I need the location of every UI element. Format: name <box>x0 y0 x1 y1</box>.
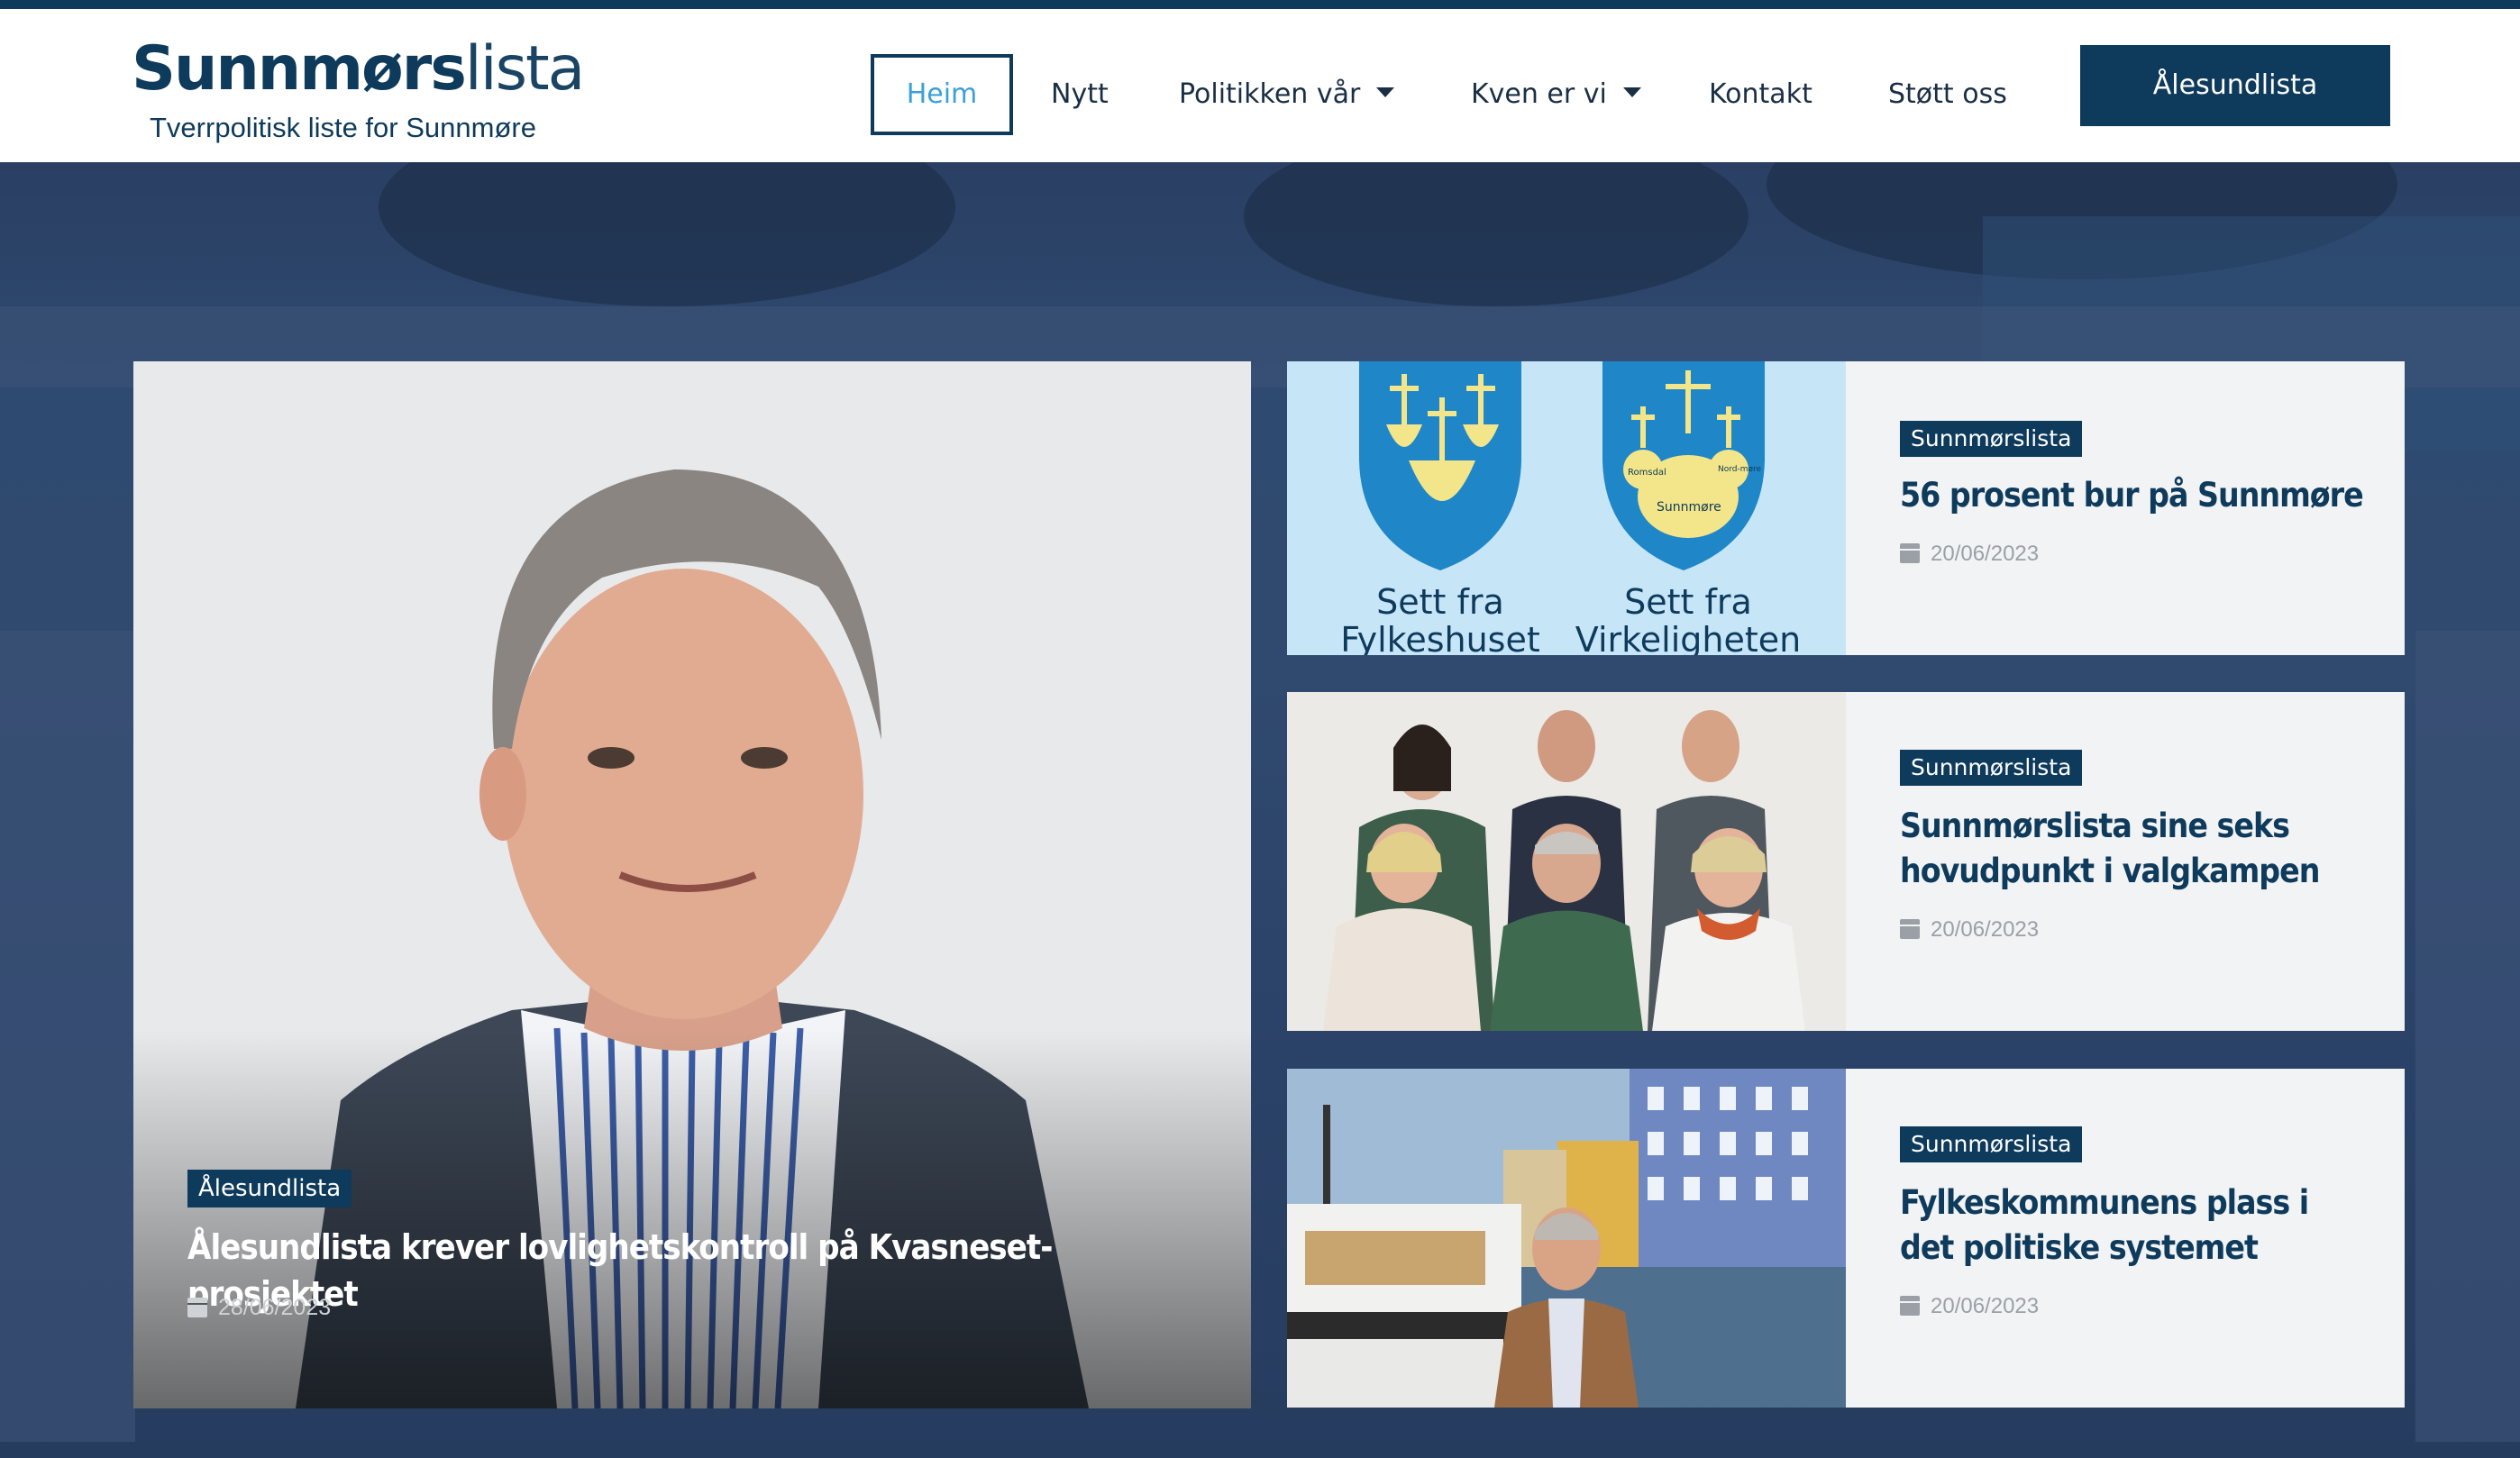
image-caption: Virkeligheten <box>1575 620 1801 655</box>
nav-label: Nytt <box>1051 78 1109 110</box>
nav-label: Kontakt <box>1709 78 1812 110</box>
background-town <box>0 631 135 1442</box>
post-thumbnail[interactable] <box>1287 1069 1846 1408</box>
date-text: 20/06/2023 <box>1931 1294 2040 1318</box>
shield-label-sunnmore: Sunnmøre <box>1657 500 1721 515</box>
background-mountain <box>1244 162 1748 306</box>
nav-label: Politikken vår <box>1179 78 1361 110</box>
nav-item-kven-er-vi[interactable]: Kven er vi <box>1471 54 1641 135</box>
date-text: 20/06/2023 <box>1931 917 2040 942</box>
calendar-icon <box>1900 1296 1920 1316</box>
background-town <box>2415 631 2520 1442</box>
category-badge[interactable]: Sunnmørslista <box>1900 1126 2083 1162</box>
background-mountain <box>379 162 955 306</box>
calendar-icon <box>1900 543 1920 563</box>
site-header: Sunnmørslista Tverrpolitisk liste for Su… <box>0 9 2520 162</box>
post-title[interactable]: Fylkeskommunens plass i det politiske sy… <box>1900 1180 2369 1271</box>
logo-bold-text: Sunnmørs <box>132 33 467 105</box>
category-badge[interactable]: Ålesundlista <box>187 1170 352 1207</box>
post-date: 20/06/2023 <box>1900 916 2039 944</box>
post-card[interactable]: Romsdal Nord-møre Sunnmøre Sett fra Fylk… <box>1287 361 2405 655</box>
shield-label-romsdal: Romsdal <box>1628 468 1666 478</box>
post-card[interactable]: Sunnmørslista Fylkeskommunens plass i de… <box>1287 1069 2405 1408</box>
category-badge[interactable]: Sunnmørslista <box>1900 421 2083 457</box>
image-caption: Fylkeshuset <box>1340 620 1540 655</box>
logo-tagline: Tverrpolitisk liste for Sunnmøre <box>150 112 536 143</box>
image-caption: Sett fra <box>1376 582 1504 622</box>
nav-item-kontakt[interactable]: Kontakt <box>1709 54 1812 135</box>
nav-label: Støtt oss <box>1888 78 2007 110</box>
date-text: 28/06/2023 <box>218 1295 332 1320</box>
nav-item-politikken-var[interactable]: Politikken vår <box>1179 54 1395 135</box>
calendar-icon <box>1900 919 1920 939</box>
site-logo[interactable]: Sunnmørslista Tverrpolitisk liste for Su… <box>132 32 585 150</box>
shield-label-nordmore: Nord-møre <box>1718 465 1762 474</box>
nav-item-heim[interactable]: Heim <box>871 54 1013 135</box>
nav-label: Heim <box>906 78 978 110</box>
featured-post-date: 28/06/2023 <box>187 1292 331 1323</box>
category-badge[interactable]: Sunnmørslista <box>1900 750 2083 786</box>
logo-light-text: lista <box>464 33 586 105</box>
post-date: 20/06/2023 <box>1900 540 2039 569</box>
calendar-icon <box>187 1298 207 1317</box>
post-card-body: Sunnmørslista Sunnmørslista sine seks ho… <box>1846 692 2405 1031</box>
logo-wordmark: Sunnmørslista <box>132 32 586 106</box>
featured-post-title[interactable]: Ålesundlista krever lovlighetskontroll p… <box>187 1224 1215 1317</box>
post-card-body: Sunnmørslista 56 prosent bur på Sunnmøre… <box>1846 361 2405 655</box>
post-thumbnail[interactable]: Romsdal Nord-møre Sunnmøre Sett fra Fylk… <box>1287 361 1846 655</box>
chevron-down-icon <box>1376 87 1395 97</box>
post-card-body: Sunnmørslista Fylkeskommunens plass i de… <box>1846 1069 2405 1408</box>
post-title[interactable]: 56 prosent bur på Sunnmøre <box>1900 473 2369 518</box>
nav-item-stott-oss[interactable]: Støtt oss <box>1888 54 2007 135</box>
post-thumbnail[interactable] <box>1287 692 1846 1031</box>
featured-post-card[interactable]: Ålesundlista Ålesundlista krever lovligh… <box>133 361 1251 1408</box>
nav-label: Kven er vi <box>1471 78 1607 110</box>
post-title[interactable]: Sunnmørslista sine seks hovudpunkt i val… <box>1900 804 2369 894</box>
top-accent-bar <box>0 0 2520 9</box>
chevron-down-icon <box>1622 87 1641 97</box>
alesundlista-button[interactable]: Ålesundlista <box>2080 45 2390 126</box>
post-card[interactable]: Sunnmørslista Sunnmørslista sine seks ho… <box>1287 692 2405 1031</box>
featured-overlay <box>133 1030 1251 1408</box>
date-text: 20/06/2023 <box>1931 542 2040 566</box>
nav-item-nytt[interactable]: Nytt <box>1051 54 1109 135</box>
image-caption: Sett fra <box>1624 582 1752 622</box>
post-date: 20/06/2023 <box>1900 1292 2039 1321</box>
